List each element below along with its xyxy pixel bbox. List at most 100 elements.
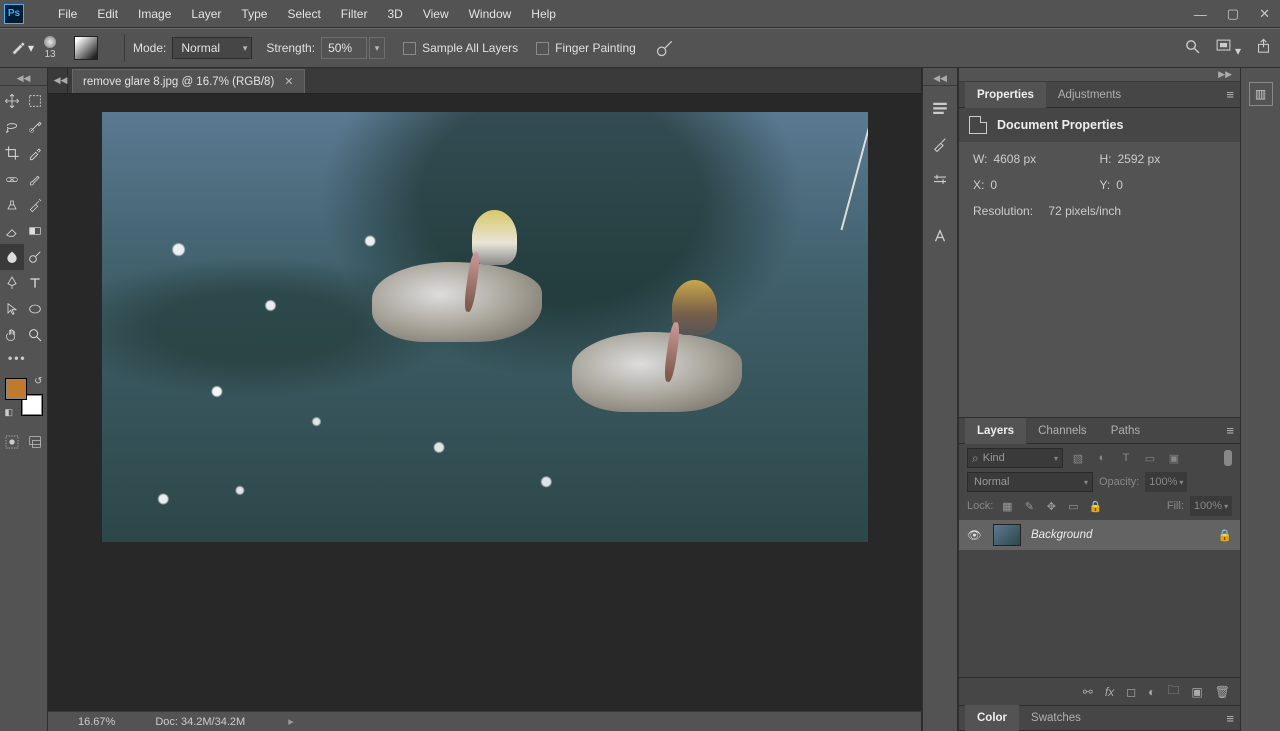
menu-edit[interactable]: Edit bbox=[87, 0, 128, 28]
hand-tool[interactable] bbox=[0, 322, 24, 348]
filter-toggle[interactable] bbox=[1224, 450, 1232, 466]
shape-tool[interactable] bbox=[24, 296, 48, 322]
swap-colors-icon[interactable]: ↺ bbox=[34, 376, 42, 387]
document-tab[interactable]: remove glare 8.jpg @ 16.7% (RGB/8) ✕ bbox=[72, 69, 305, 93]
filter-shape-icon[interactable]: ▭ bbox=[1141, 449, 1159, 467]
pen-tool[interactable] bbox=[0, 270, 24, 296]
screen-mode-icon[interactable]: ▾ bbox=[1215, 38, 1241, 58]
brush-size-picker[interactable]: 13 bbox=[44, 36, 56, 60]
new-layer-icon[interactable]: ▣ bbox=[1191, 685, 1202, 699]
tool-preset-picker[interactable]: ▾ bbox=[10, 36, 34, 60]
adjustment-layer-icon[interactable]: ◐ bbox=[1148, 685, 1155, 699]
status-doc-size[interactable]: Doc: 34.2M/34.2M bbox=[155, 715, 293, 728]
blend-mode-dropdown[interactable]: Normal bbox=[967, 472, 1093, 492]
menu-window[interactable]: Window bbox=[459, 0, 522, 28]
layers-panel-menu-icon[interactable]: ≡ bbox=[1226, 423, 1234, 438]
finger-painting-option[interactable]: Finger Painting bbox=[536, 41, 636, 55]
document-view[interactable] bbox=[48, 94, 921, 711]
link-layers-icon[interactable]: ⚯ bbox=[1083, 685, 1093, 699]
sample-all-layers-checkbox[interactable] bbox=[403, 42, 416, 55]
tab-properties[interactable]: Properties bbox=[965, 82, 1046, 108]
strip-collapse-icon[interactable]: ◀◀ bbox=[923, 72, 957, 86]
lock-all-icon[interactable]: 🔒 bbox=[1087, 498, 1103, 514]
app-logo[interactable]: Ps bbox=[4, 4, 24, 24]
clone-stamp-tool[interactable] bbox=[0, 192, 24, 218]
brush-tool[interactable] bbox=[24, 166, 48, 192]
layer-fx-icon[interactable]: fx bbox=[1105, 685, 1114, 699]
menu-image[interactable]: Image bbox=[128, 0, 181, 28]
crop-tool[interactable] bbox=[0, 140, 24, 166]
tab-collapse-icon[interactable]: ◀◀ bbox=[54, 67, 68, 93]
finger-painting-checkbox[interactable] bbox=[536, 42, 549, 55]
healing-brush-tool[interactable] bbox=[0, 166, 24, 192]
fill-value[interactable]: 100%▾ bbox=[1190, 496, 1232, 516]
quick-select-tool[interactable] bbox=[24, 114, 48, 140]
filter-type-icon[interactable]: T bbox=[1117, 449, 1135, 467]
brush-settings-panel-icon[interactable] bbox=[926, 166, 954, 194]
gradient-tool[interactable] bbox=[24, 218, 48, 244]
menu-help[interactable]: Help bbox=[521, 0, 566, 28]
edit-toolbar-button[interactable]: ••• bbox=[0, 348, 47, 368]
search-icon[interactable] bbox=[1184, 38, 1201, 58]
tab-swatches[interactable]: Swatches bbox=[1019, 705, 1093, 731]
maximize-button[interactable]: ▢ bbox=[1227, 6, 1239, 22]
quick-mask-button[interactable] bbox=[0, 430, 24, 454]
tab-color[interactable]: Color bbox=[965, 705, 1019, 731]
lock-artboard-icon[interactable]: ▭ bbox=[1065, 498, 1081, 514]
menu-view[interactable]: View bbox=[413, 0, 459, 28]
move-tool[interactable] bbox=[0, 88, 24, 114]
tab-adjustments[interactable]: Adjustments bbox=[1046, 82, 1133, 108]
menu-3d[interactable]: 3D bbox=[377, 0, 412, 28]
menu-filter[interactable]: Filter bbox=[331, 0, 378, 28]
minimize-button[interactable]: — bbox=[1194, 7, 1207, 22]
color-panel-menu-icon[interactable]: ≡ bbox=[1226, 711, 1234, 726]
delete-layer-icon[interactable]: 🗑 bbox=[1215, 685, 1230, 699]
properties-panel-menu-icon[interactable]: ≡ bbox=[1226, 87, 1234, 102]
history-panel-icon[interactable] bbox=[926, 94, 954, 122]
screen-mode-button[interactable] bbox=[24, 430, 48, 454]
close-button[interactable]: ✕ bbox=[1259, 6, 1270, 22]
tablet-pressure-size-icon[interactable] bbox=[74, 36, 98, 60]
document-tab-close-icon[interactable]: ✕ bbox=[284, 75, 293, 88]
path-select-tool[interactable] bbox=[0, 296, 24, 322]
menu-layer[interactable]: Layer bbox=[181, 0, 231, 28]
dodge-tool[interactable] bbox=[24, 244, 48, 270]
lock-image-icon[interactable]: ✎ bbox=[1021, 498, 1037, 514]
strength-dropdown[interactable]: ▾ bbox=[369, 37, 385, 59]
tab-layers[interactable]: Layers bbox=[965, 418, 1026, 444]
libraries-icon[interactable]: ▥ bbox=[1249, 82, 1273, 106]
status-zoom[interactable]: 16.67% bbox=[78, 716, 115, 728]
layer-mask-icon[interactable]: ◻ bbox=[1126, 685, 1136, 699]
lock-position-icon[interactable]: ✥ bbox=[1043, 498, 1059, 514]
tab-paths[interactable]: Paths bbox=[1099, 418, 1152, 444]
smudge-tool[interactable] bbox=[0, 244, 24, 270]
mode-dropdown[interactable]: Normal bbox=[172, 37, 252, 59]
menu-type[interactable]: Type bbox=[231, 0, 277, 28]
sample-all-layers-option[interactable]: Sample All Layers bbox=[403, 41, 518, 55]
layer-background[interactable]: 👁 Background 🔒 bbox=[959, 520, 1240, 550]
filter-adjust-icon[interactable]: ◐ bbox=[1093, 449, 1111, 467]
share-icon[interactable] bbox=[1255, 38, 1272, 58]
filter-smart-icon[interactable]: ▣ bbox=[1165, 449, 1183, 467]
document-image[interactable] bbox=[102, 112, 868, 542]
toolbox-collapse[interactable]: ◀◀ bbox=[0, 72, 47, 86]
history-brush-tool[interactable] bbox=[24, 192, 48, 218]
tab-channels[interactable]: Channels bbox=[1026, 418, 1099, 444]
opacity-value[interactable]: 100%▾ bbox=[1145, 472, 1187, 492]
filter-pixel-icon[interactable]: ▧ bbox=[1069, 449, 1087, 467]
eraser-tool[interactable] bbox=[0, 218, 24, 244]
zoom-tool[interactable] bbox=[24, 322, 48, 348]
lock-transparency-icon[interactable]: ▦ bbox=[999, 498, 1015, 514]
marquee-tool[interactable] bbox=[24, 88, 48, 114]
character-panel-icon[interactable] bbox=[926, 222, 954, 250]
brushes-panel-icon[interactable] bbox=[926, 130, 954, 158]
lasso-tool[interactable] bbox=[0, 114, 24, 140]
layer-thumbnail[interactable] bbox=[993, 524, 1021, 546]
layer-group-icon[interactable]: 🗀 bbox=[1167, 681, 1179, 702]
type-tool[interactable] bbox=[24, 270, 48, 296]
foreground-color-swatch[interactable] bbox=[5, 378, 27, 400]
menu-file[interactable]: File bbox=[48, 0, 87, 28]
menu-select[interactable]: Select bbox=[277, 0, 330, 28]
tablet-pressure-opacity-icon[interactable] bbox=[654, 37, 676, 59]
default-colors-icon[interactable]: ◧ bbox=[5, 407, 14, 418]
